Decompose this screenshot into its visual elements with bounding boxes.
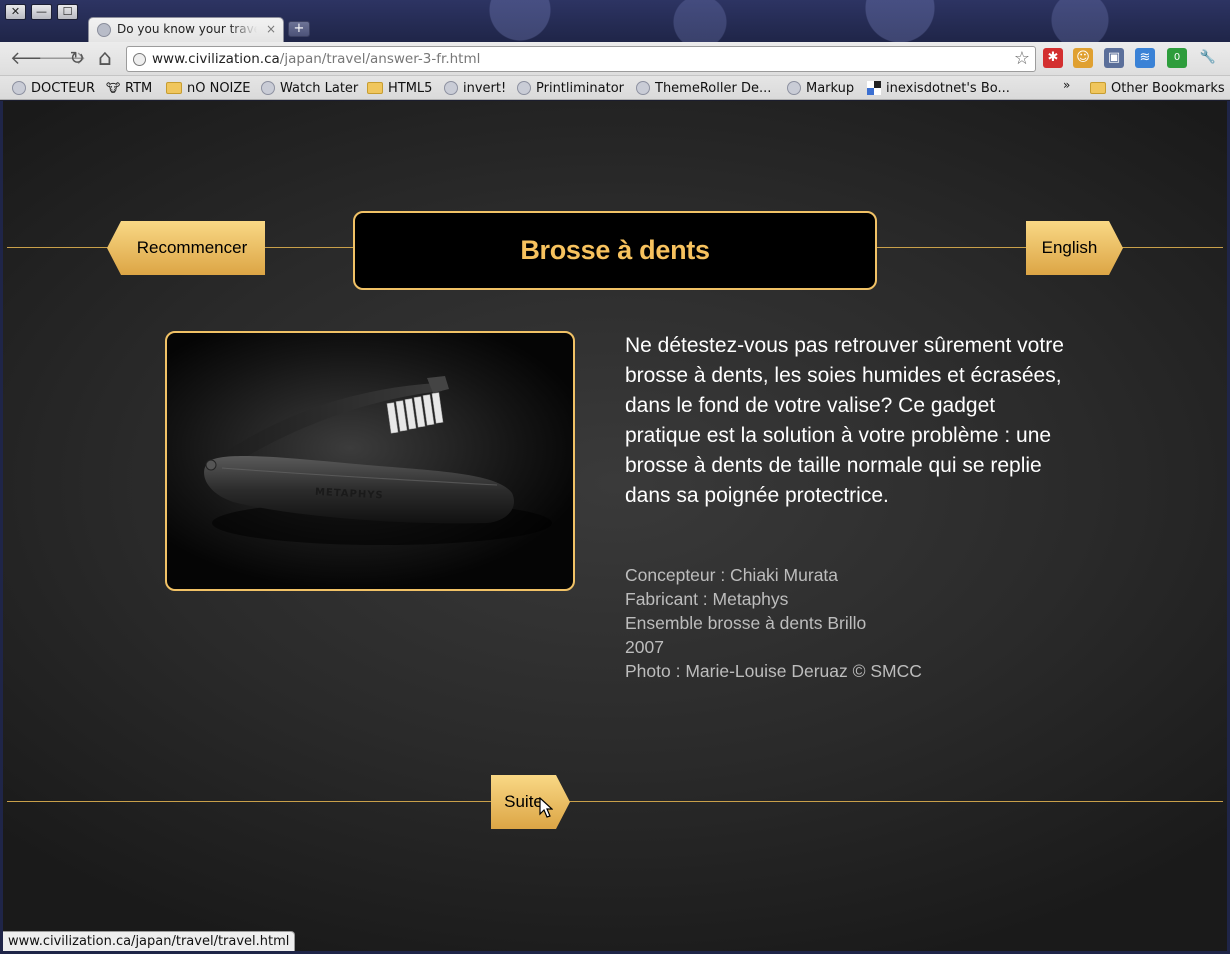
- credit-designer: Concepteur : Chiaki Murata: [625, 565, 839, 585]
- credit-photo: Photo : Marie-Louise Deruaz © SMCC: [625, 661, 922, 681]
- cow-icon: 🐮: [106, 81, 121, 95]
- browser-toolbar: 🡐 🡒 ↻ ⌂ www.civilization.ca/japan/travel…: [0, 42, 1230, 76]
- bottom-divider-line: [7, 801, 1223, 802]
- bookmark-label: RTM: [125, 80, 153, 96]
- globe-icon: [787, 81, 801, 95]
- bookmark-label: inexisdotnet's Bo...: [886, 80, 1010, 96]
- mouse-pointer-icon: [539, 797, 553, 818]
- window-icon[interactable]: ▣: [1104, 48, 1124, 68]
- globe-icon: [636, 81, 650, 95]
- browser-tab[interactable]: Do you know your travel g ×: [88, 17, 284, 42]
- other-bookmarks[interactable]: Other Bookmarks: [1090, 79, 1225, 97]
- bookmarks-bar: DOCTEUR 🐮 RTM nO NOIZE Watch Later HTML5 …: [0, 76, 1230, 100]
- product-description: Ne détestez-vous pas retrouver sûrement …: [625, 334, 1064, 507]
- badge-icon[interactable]: 0: [1167, 48, 1187, 68]
- status-bar: www.civilization.ca/japan/travel/travel.…: [3, 931, 296, 951]
- address-bar[interactable]: www.civilization.ca/japan/travel/answer-…: [126, 46, 1036, 72]
- bookmarks-overflow-chevron-icon[interactable]: »: [1063, 76, 1070, 94]
- tab-close-icon[interactable]: ×: [266, 22, 276, 36]
- url-domain: www.civilization.ca: [152, 51, 280, 67]
- bookmark-label: Watch Later: [280, 80, 359, 96]
- squares-icon: [867, 81, 881, 95]
- bookmark-watch-later[interactable]: Watch Later: [261, 79, 358, 97]
- globe-icon: [261, 81, 275, 95]
- restart-button[interactable]: Recommencer: [107, 221, 265, 275]
- globe-icon: [97, 23, 111, 37]
- home-icon[interactable]: ⌂: [94, 48, 116, 70]
- bookmark-invert[interactable]: invert!: [444, 79, 506, 97]
- product-photo: METAPHYS: [165, 331, 575, 591]
- bookmark-rtm[interactable]: 🐮 RTM: [106, 79, 152, 97]
- bookmark-label: HTML5: [388, 80, 433, 96]
- folder-icon: [367, 82, 383, 94]
- new-tab-button[interactable]: +: [288, 21, 310, 37]
- bookmark-star-icon[interactable]: ☆: [1014, 48, 1030, 69]
- bookmark-label: ThemeRoller De...: [655, 80, 772, 96]
- credit-year: 2007: [625, 637, 664, 657]
- window-titlebar: ✕ — ☐ Do you know your travel g × +: [0, 0, 1230, 42]
- bookmark-label: nO NOIZE: [187, 80, 251, 96]
- bookmark-inexisdotnet[interactable]: inexisdotnet's Bo...: [867, 79, 1010, 97]
- credit-manufacturer: Fabricant : Metaphys: [625, 589, 789, 609]
- folder-icon: [1090, 82, 1106, 94]
- bookmark-no-noize[interactable]: nO NOIZE: [166, 79, 251, 97]
- globe-icon: [12, 81, 26, 95]
- back-icon[interactable]: 🡐: [10, 49, 58, 69]
- window-close-button[interactable]: ✕: [5, 4, 26, 20]
- product-credits: Concepteur : Chiaki Murata Fabricant : M…: [625, 563, 1065, 683]
- bookmark-themeroller[interactable]: ThemeRoller De...: [636, 79, 771, 97]
- lastpass-icon[interactable]: ✱: [1043, 48, 1063, 68]
- reload-icon[interactable]: ↻: [66, 49, 88, 69]
- bookmark-printliminator[interactable]: Printliminator: [517, 79, 624, 97]
- tab-title: Do you know your travel g: [117, 22, 257, 36]
- wrench-icon[interactable]: 🔧: [1198, 48, 1218, 68]
- feed-icon[interactable]: ≋: [1135, 48, 1155, 68]
- page-viewport: Recommencer Brosse à dents English METAP…: [3, 101, 1227, 951]
- globe-icon: [133, 53, 146, 66]
- bookmark-label: DOCTEUR: [31, 80, 96, 96]
- bookmark-label: Markup: [806, 80, 855, 96]
- globe-icon: [444, 81, 458, 95]
- page-title: Brosse à dents: [520, 235, 710, 265]
- window-minimize-button[interactable]: —: [31, 4, 52, 20]
- globe-icon: [517, 81, 531, 95]
- face-icon[interactable]: ☺: [1073, 48, 1093, 68]
- address-url[interactable]: www.civilization.ca/japan/travel/answer-…: [152, 51, 480, 67]
- bookmark-docteur[interactable]: DOCTEUR: [12, 79, 95, 97]
- bookmark-label: Printliminator: [536, 80, 625, 96]
- window-maximize-button[interactable]: ☐: [57, 4, 78, 20]
- folding-toothbrush-image: METAPHYS: [204, 376, 552, 545]
- bookmark-label: Other Bookmarks: [1111, 80, 1225, 96]
- next-button[interactable]: Suite: [491, 775, 570, 829]
- bookmark-label: invert!: [463, 80, 507, 96]
- bookmark-html5[interactable]: HTML5: [367, 79, 432, 97]
- credit-object-name: Ensemble brosse à dents Brillo: [625, 613, 867, 633]
- folder-icon: [166, 82, 182, 94]
- english-button[interactable]: English: [1026, 221, 1123, 275]
- title-box: Brosse à dents: [353, 211, 877, 290]
- bookmark-markup[interactable]: Markup: [787, 79, 854, 97]
- forward-icon[interactable]: 🡒: [38, 49, 86, 69]
- url-path: /japan/travel/answer-3-fr.html: [279, 51, 481, 67]
